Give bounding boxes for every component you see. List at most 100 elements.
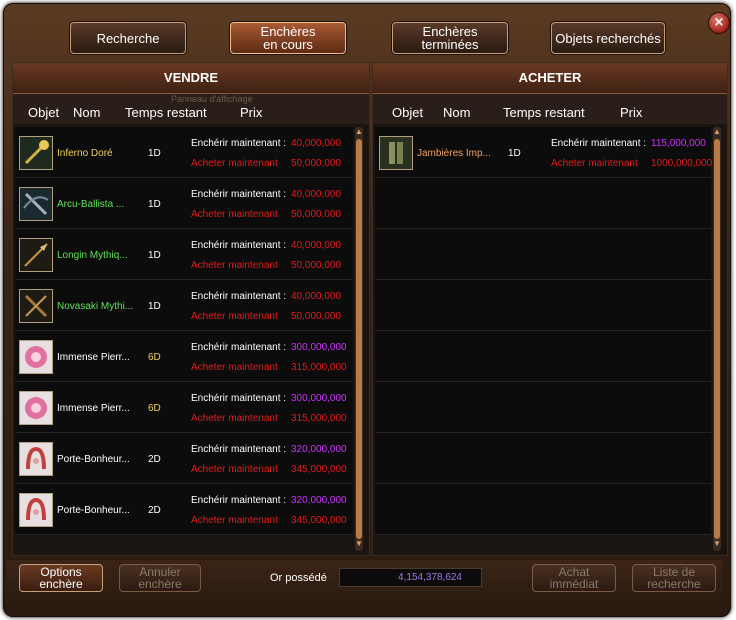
armor-leggings-icon[interactable]: [379, 136, 413, 170]
bid-value: 300,000,000: [291, 342, 347, 353]
buy-empty-row: [375, 280, 711, 331]
buyout-value: 345,000,000: [291, 515, 347, 526]
column-time-left: Temps restant: [125, 105, 207, 120]
buy-scrollbar[interactable]: ▲ ▼: [713, 127, 721, 551]
item-name: Arcu-Ballista ...: [57, 199, 125, 210]
buyout-value: 1000,000,000: [651, 158, 713, 169]
bid-value: 320,000,000: [291, 495, 347, 506]
bid-value: 40,000,000: [291, 240, 342, 251]
golden-staff-icon[interactable]: [19, 136, 53, 170]
buy-panel: ACHETER Objet Nom Temps restant Prix Jam…: [372, 62, 728, 556]
buyout-label: Acheter maintenant: [191, 515, 278, 526]
bid-label: Enchérir maintenant :: [191, 393, 287, 404]
scroll-up-icon[interactable]: ▲: [354, 127, 364, 136]
column-time-left: Temps restant: [503, 105, 585, 120]
buyout-label: Acheter maintenant: [191, 260, 278, 271]
item-name: Porte-Bonheur...: [57, 505, 130, 516]
column-object: Objet: [28, 105, 60, 120]
item-name: Immense Pierr...: [57, 352, 130, 363]
sell-table-row[interactable]: Longin Mythiq... 1D Enchérir maintenant : 4…: [15, 229, 353, 280]
sell-table-row[interactable]: Inferno Doré 1D Enchérir maintenant : 40,00…: [15, 127, 353, 178]
time-left: 1D: [148, 199, 161, 210]
bid-label: Enchérir maintenant :: [191, 138, 287, 149]
sell-panel-title: VENDRE: [13, 63, 369, 94]
buy-table-row[interactable]: Jambières Imp... 1D Enchérir maintenant : 1…: [375, 127, 713, 178]
sell-table-row[interactable]: Immense Pierr... 6D Enchérir maintenant : 3…: [15, 382, 353, 433]
bid-value: 40,000,000: [291, 138, 342, 149]
bid-label: Enchérir maintenant :: [191, 495, 287, 506]
buy-panel-title: ACHETER: [373, 63, 727, 94]
column-price: Prix: [620, 105, 643, 120]
buy-empty-row: [375, 178, 711, 229]
item-name: Inferno Doré: [57, 148, 113, 159]
bid-value: 40,000,000: [291, 291, 342, 302]
sell-scrollbar[interactable]: ▲ ▼: [355, 127, 363, 551]
tab-current-auctions[interactable]: Enchères en cours: [230, 22, 346, 54]
tab-finished-auctions[interactable]: Enchères terminées: [392, 22, 508, 54]
buyout-label: Acheter maintenant: [191, 209, 278, 220]
crossbow-icon[interactable]: [19, 187, 53, 221]
cancel-auction-button[interactable]: Annuler enchère: [119, 564, 201, 592]
bid-label: Enchérir maintenant :: [191, 291, 287, 302]
bid-value: 320,000,000: [291, 444, 347, 455]
sell-table-row[interactable]: Porte-Bonheur... 2D Enchérir maintenant : 3…: [15, 484, 353, 535]
tab-current-auctions-label-2: en cours: [263, 37, 313, 52]
sell-table-row[interactable]: Immense Pierr... 6D Enchérir maintenant : 3…: [15, 331, 353, 382]
pink-gem-icon[interactable]: [19, 391, 53, 425]
horseshoe-charm-icon[interactable]: [19, 442, 53, 476]
buy-empty-row: [375, 433, 711, 484]
buy-empty-row: [375, 484, 711, 535]
time-left: 2D: [148, 454, 161, 465]
tab-search-label: Recherche: [96, 30, 160, 46]
pink-gem-icon[interactable]: [19, 340, 53, 374]
options-label-2: enchère: [39, 577, 83, 591]
item-name: Novasaki Mythi...: [57, 301, 134, 312]
buyout-label: Acheter maintenant: [191, 311, 278, 322]
buy-now-button[interactable]: Achat immédiat: [532, 564, 616, 592]
sell-table-row[interactable]: Arcu-Ballista ... 1D Enchérir maintenant :…: [15, 178, 353, 229]
bid-value: 40,000,000: [291, 189, 342, 200]
sell-panel: VENDRE Objet Nom Temps restant Prix Pann…: [12, 62, 370, 556]
time-left: 6D: [148, 403, 161, 414]
column-name: Nom: [73, 105, 101, 120]
buy-empty-row: [375, 382, 711, 433]
buy-now-label-2: immédiat: [549, 577, 599, 591]
horseshoe-charm-icon[interactable]: [19, 493, 53, 527]
gold-label: Or possédé: [270, 572, 327, 584]
buy-scroll-thumb[interactable]: [714, 139, 720, 539]
sell-table-row[interactable]: Porte-Bonheur... 2D Enchérir maintenant : 3…: [15, 433, 353, 484]
scroll-down-icon[interactable]: ▼: [712, 539, 722, 548]
bid-label: Enchérir maintenant :: [551, 138, 647, 149]
item-name: Longin Mythiq...: [57, 250, 128, 261]
tab-searched-items-label: Objets recherchés: [555, 30, 661, 46]
search-list-button[interactable]: Liste de recherche: [632, 564, 716, 592]
sell-table-row[interactable]: Novasaki Mythi... 1D Enchérir maintenant :…: [15, 280, 353, 331]
bid-label: Enchérir maintenant :: [191, 240, 287, 251]
search-list-label-2: recherche: [647, 577, 701, 591]
scroll-down-icon[interactable]: ▼: [354, 539, 364, 548]
time-left: 1D: [148, 250, 161, 261]
buyout-label: Acheter maintenant: [551, 158, 638, 169]
scroll-up-icon[interactable]: ▲: [712, 127, 722, 136]
buyout-label: Acheter maintenant: [191, 362, 278, 373]
tab-searched-items[interactable]: Objets recherchés: [551, 22, 665, 54]
buyout-value: 315,000,000: [291, 362, 347, 373]
cross-weapon-icon[interactable]: [19, 289, 53, 323]
board-faint-label: Panneau d'affichage: [171, 94, 253, 104]
tab-search[interactable]: Recherche: [70, 22, 186, 54]
auction-options-button[interactable]: Options enchère: [19, 564, 103, 592]
buyout-label: Acheter maintenant: [191, 413, 278, 424]
tab-finished-auctions-label-2: terminées: [421, 37, 479, 52]
spear-icon[interactable]: [19, 238, 53, 272]
time-left: 1D: [148, 148, 161, 159]
close-icon[interactable]: ×: [708, 12, 730, 34]
buy-empty-row: [375, 331, 711, 382]
bid-label: Enchérir maintenant :: [191, 342, 287, 353]
buyout-label: Acheter maintenant: [191, 464, 278, 475]
bid-label: Enchérir maintenant :: [191, 189, 287, 200]
time-left: 1D: [508, 148, 521, 159]
column-price: Prix: [240, 105, 263, 120]
bid-label: Enchérir maintenant :: [191, 444, 287, 455]
time-left: 2D: [148, 505, 161, 516]
sell-scroll-thumb[interactable]: [356, 139, 362, 539]
